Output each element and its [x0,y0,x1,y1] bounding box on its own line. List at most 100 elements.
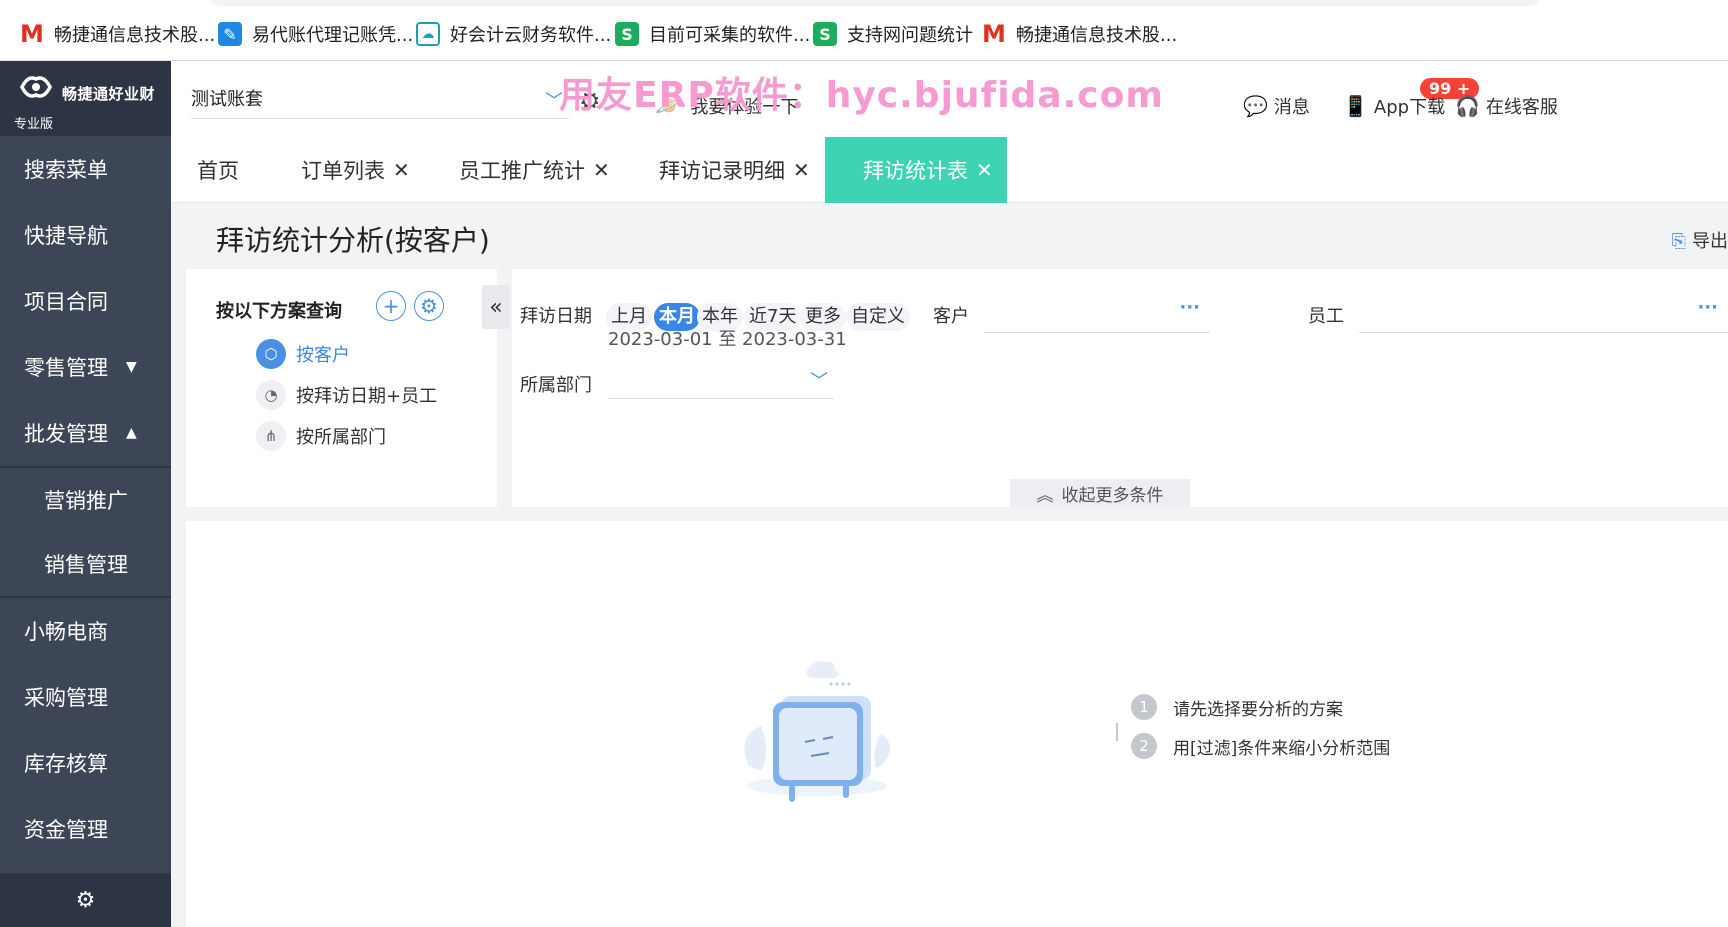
export-label: 导出 [1692,231,1728,252]
tab-employee-promo[interactable]: 员工推广统计 ✕ [459,137,610,203]
tab-home[interactable]: 首页 [197,137,239,203]
chat-icon: 💬 [1243,94,1268,118]
tab-visit-stats[interactable]: 拜访统计表 ✕ [825,137,1007,203]
sidebar-item-label: 销售管理 [44,553,128,577]
org-chart-icon: ⋔ [256,421,286,451]
tab-visit-detail[interactable]: 拜访记录明细 ✕ [659,137,810,203]
bookmark-1[interactable]: M 畅捷通信息技术股... [20,20,215,48]
employee-input[interactable]: ··· [1359,297,1728,333]
more-dots-icon[interactable]: ··· [1697,297,1718,318]
page-title: 拜访统计分析(按客户) [216,224,490,257]
settings-button[interactable]: ⚙ [0,873,171,927]
collapse-conditions-button[interactable]: ︽ 收起更多条件 [1010,479,1190,507]
brand-edition: 专业版 [14,117,54,132]
tab-label: 拜访统计表 [863,159,968,183]
s-logo-icon: S [615,22,639,46]
sidebar-item-label: 批发管理 [24,422,108,446]
m-logo-icon: M [982,20,1006,48]
sidebar-item-inventory[interactable]: 库存核算 [0,730,171,796]
sidebar-item-label: 营销推广 [44,489,128,513]
bookmark-5[interactable]: S 支持网问题统计 [813,20,973,48]
sidebar-item-purchase[interactable]: 采购管理 [0,664,171,730]
sidebar-item-ecommerce[interactable]: 小畅电商 [0,598,171,664]
s-logo-icon: S [813,22,837,46]
caret-down-icon: ▼ [126,359,137,375]
scheme-by-date-employee[interactable]: ◔ 按拜访日期+员工 [256,380,437,410]
scheme-label: 按所属部门 [296,427,386,448]
collapse-conditions-label: 收起更多条件 [1061,485,1164,506]
department-label: 所属部门 [520,375,592,396]
more-dots-icon[interactable]: ··· [1179,297,1200,318]
sidebar-subitem-sales[interactable]: 销售管理 [0,532,171,596]
bookmark-4[interactable]: S 目前可采集的软件... [615,20,810,48]
collapse-panel-button[interactable]: « [482,285,510,329]
sidebar-item-label: 项目合同 [24,290,108,314]
app-download-label: App下载 [1373,97,1446,118]
sidebar: 畅捷通好业财 专业版 搜索菜单 快捷导航 项目合同 零售管理 ▼ 批发管理 ▲ … [0,61,171,927]
close-icon[interactable]: ✕ [793,158,810,182]
scheme-by-customer[interactable]: ⬡ 按客户 [256,339,350,369]
step-connector [1116,723,1118,741]
sidebar-item-label: 快捷导航 [24,224,108,248]
app-download-button[interactable]: 📱 App下载 [1343,93,1445,119]
employee-label: 员工 [1308,306,1344,327]
close-icon[interactable]: ✕ [976,158,993,182]
scheme-panel-header: 按以下方案查询 [216,301,342,322]
gear-icon: ⚙ [75,887,96,913]
account-value: 测试账套 [191,89,263,110]
messages-button[interactable]: 💬 消息 [1243,93,1310,119]
tab-order-list[interactable]: 订单列表 ✕ [301,137,410,203]
online-service-button[interactable]: 🎧 在线客服 [1455,93,1558,119]
scheme-settings-button[interactable]: ⚙ [414,291,444,321]
bookmark-label: 好会计云财务软件... [450,25,612,46]
tab-label: 首页 [197,159,239,183]
account-select[interactable]: 测试账套 ﹀ [191,83,569,119]
cloud-icon: ☁ [416,22,440,46]
sidebar-subitem-marketing[interactable]: 营销推广 [0,468,171,532]
caret-up-icon: ▲ [126,425,137,441]
customer-input[interactable]: ··· [984,297,1210,333]
department-select[interactable]: ﹀ [608,363,834,399]
export-button[interactable]: ⎘ 导出 [1672,227,1728,253]
scheme-panel: 按以下方案查询 + ⚙ ⬡ 按客户 ◔ 按拜访日期+员工 ⋔ 按所属部门 [186,269,497,507]
robot-illustration [744,660,890,802]
empty-tip-1: 1 请先选择要分析的方案 [1131,694,1343,720]
sidebar-item-project-contract[interactable]: 项目合同 [0,268,171,334]
close-icon[interactable]: ✕ [593,158,610,182]
address-bar-edge [210,0,1540,6]
sidebar-item-label: 小畅电商 [24,620,108,644]
add-scheme-button[interactable]: + [376,291,406,321]
step-number: 2 [1131,733,1157,759]
sidebar-item-retail[interactable]: 零售管理 ▼ [0,334,171,400]
sidebar-item-label: 零售管理 [24,356,108,380]
sidebar-item-funds[interactable]: 资金管理 [0,796,171,862]
watermark: 用友ERP软件：hyc.bjufida.com [559,75,1164,116]
step-number: 1 [1131,694,1157,720]
customer-label: 客户 [933,306,969,327]
sidebar-item-quick-nav[interactable]: 快捷导航 [0,202,171,268]
visit-date-label: 拜访日期 [520,306,592,327]
feather-icon: ✎ [218,22,242,46]
double-chevron-up-icon: ︽ [1036,485,1054,506]
double-chevron-left-icon: « [489,294,503,320]
sidebar-item-wholesale[interactable]: 批发管理 ▲ [0,400,171,466]
headset-icon: 🎧 [1455,94,1480,118]
sidebar-item-search-menu[interactable]: 搜索菜单 [0,136,171,202]
bookmark-2[interactable]: ✎ 易代账代理记账凭... [218,20,413,48]
date-chip-custom[interactable]: 自定义 [846,303,910,331]
tab-label: 员工推广统计 [459,159,585,183]
scheme-by-department[interactable]: ⋔ 按所属部门 [256,421,386,451]
sidebar-item-label: 资金管理 [24,818,108,842]
bookmarks-bar: M 畅捷通信息技术股... ✎ 易代账代理记账凭... ☁ 好会计云财务软件..… [0,0,1728,61]
bookmark-6[interactable]: M 畅捷通信息技术股... [982,20,1177,48]
tip-text: 请先选择要分析的方案 [1173,699,1343,720]
bookmark-label: 畅捷通信息技术股... [54,25,216,46]
close-icon[interactable]: ✕ [393,158,410,182]
chevron-down-icon: ﹀ [810,371,828,392]
tip-text: 用[过滤]条件来缩小分析范围 [1173,738,1391,759]
analysis-content: 1 请先选择要分析的方案 2 用[过滤]条件来缩小分析范围 [186,521,1728,927]
messages-label: 消息 [1273,97,1310,118]
export-icon: ⎘ [1671,231,1686,252]
brand-logo[interactable]: 畅捷通好业财 专业版 [0,61,171,136]
bookmark-3[interactable]: ☁ 好会计云财务软件... [416,20,611,48]
